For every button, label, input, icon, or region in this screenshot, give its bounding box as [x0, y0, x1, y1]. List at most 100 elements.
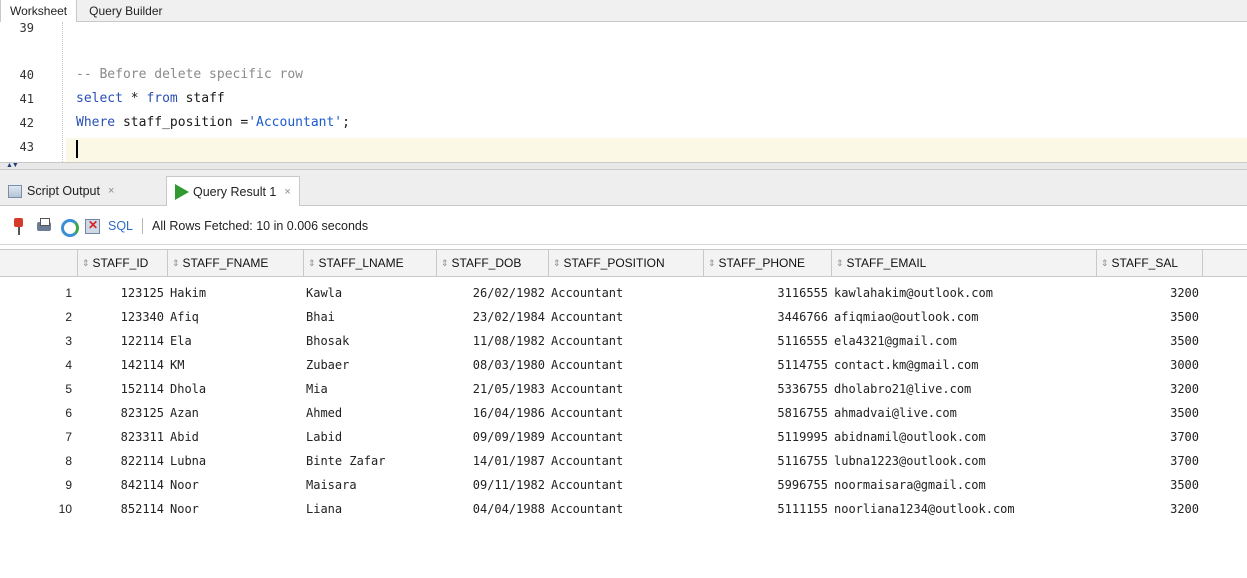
cell-staff-fname[interactable]: Abid [170, 425, 304, 449]
code-line-select[interactable]: select * from staff [76, 91, 225, 106]
table-row[interactable]: 6 823125 Azan Ahmed 16/04/1986 Accountant 5816… [0, 401, 1247, 425]
cell-staff-fname[interactable]: Afiq [170, 305, 304, 329]
cell-staff-position[interactable]: Accountant [551, 473, 704, 497]
cell-staff-position[interactable]: Accountant [551, 449, 704, 473]
cell-staff-position[interactable]: Accountant [551, 401, 704, 425]
table-row[interactable]: 10 852114 Noor Liana 04/04/1988 Accountant 511… [0, 497, 1247, 521]
cell-staff-dob[interactable]: 09/09/1989 [437, 425, 545, 449]
cell-staff-lname[interactable]: Ahmed [306, 401, 437, 425]
column-header-staff-fname[interactable]: ⇕ STAFF_FNAME [168, 250, 304, 277]
cell-staff-lname[interactable]: Labid [306, 425, 437, 449]
cell-staff-sal[interactable]: 3500 [1097, 401, 1199, 425]
cell-staff-dob[interactable]: 21/05/1983 [437, 377, 545, 401]
cell-staff-fname[interactable]: KM [170, 353, 304, 377]
code-line-where[interactable]: Where staff_position ='Accountant'; [76, 115, 350, 130]
cell-staff-phone[interactable]: 5119995 [704, 425, 828, 449]
cell-staff-position[interactable]: Accountant [551, 377, 704, 401]
cell-staff-fname[interactable]: Lubna [170, 449, 304, 473]
row-number[interactable]: 9 [0, 473, 72, 497]
cell-staff-position[interactable]: Accountant [551, 281, 704, 305]
print-icon[interactable] [34, 216, 54, 236]
column-header-staff-position[interactable]: ⇕ STAFF_POSITION [549, 250, 704, 277]
table-row[interactable]: 7 823311 Abid Labid 09/09/1989 Accountant 5119… [0, 425, 1247, 449]
column-header-staff-id[interactable]: ⇕ STAFF_ID [78, 250, 168, 277]
row-number[interactable]: 8 [0, 449, 72, 473]
refresh-icon[interactable] [58, 216, 79, 237]
cell-staff-lname[interactable]: Maisara [306, 473, 437, 497]
row-number[interactable]: 4 [0, 353, 72, 377]
tab-query-builder[interactable]: Query Builder [77, 0, 171, 22]
cell-staff-sal[interactable]: 3700 [1097, 425, 1199, 449]
row-number[interactable]: 6 [0, 401, 72, 425]
cell-staff-lname[interactable]: Kawla [306, 281, 437, 305]
table-row[interactable]: 2 123340 Afiq Bhai 23/02/1984 Accountant 34467… [0, 305, 1247, 329]
column-header-staff-sal[interactable]: ⇕ STAFF_SAL [1097, 250, 1203, 277]
table-row[interactable]: 3 122114 Ela Bhosak 11/08/1982 Accountant 5116… [0, 329, 1247, 353]
sort-icon[interactable]: ⇕ [308, 259, 316, 268]
cell-staff-lname[interactable]: Bhai [306, 305, 437, 329]
cell-staff-fname[interactable]: Noor [170, 497, 304, 521]
table-row[interactable]: 4 142114 KM Zubaer 08/03/1980 Accountant 51147… [0, 353, 1247, 377]
cell-staff-email[interactable]: kawlahakim@outlook.com [834, 281, 1097, 305]
table-row[interactable]: 1 123125 Hakim Kawla 26/02/1982 Accountant 311… [0, 281, 1247, 305]
cell-staff-email[interactable]: lubna1223@outlook.com [834, 449, 1097, 473]
splitter-arrows-icon[interactable]: ▲▼ [6, 162, 19, 170]
close-icon[interactable]: × [108, 185, 114, 197]
cell-staff-sal[interactable]: 3700 [1097, 449, 1199, 473]
cell-staff-position[interactable]: Accountant [551, 497, 704, 521]
cell-staff-dob[interactable]: 16/04/1986 [437, 401, 545, 425]
cell-staff-dob[interactable]: 09/11/1982 [437, 473, 545, 497]
row-number[interactable]: 3 [0, 329, 72, 353]
cell-staff-id[interactable]: 122114 [78, 329, 164, 353]
table-row[interactable]: 8 822114 Lubna Binte Zafar 14/01/1987 Account… [0, 449, 1247, 473]
cell-staff-lname[interactable]: Zubaer [306, 353, 437, 377]
cell-staff-phone[interactable]: 5116755 [704, 449, 828, 473]
cell-staff-phone[interactable]: 5336755 [704, 377, 828, 401]
cell-staff-phone[interactable]: 5116555 [704, 329, 828, 353]
tab-worksheet[interactable]: Worksheet [0, 0, 78, 23]
cell-staff-lname[interactable]: Liana [306, 497, 437, 521]
cell-staff-id[interactable]: 852114 [78, 497, 164, 521]
cell-staff-sal[interactable]: 3200 [1097, 377, 1199, 401]
cell-staff-email[interactable]: noormaisara@gmail.com [834, 473, 1097, 497]
cell-staff-position[interactable]: Accountant [551, 425, 704, 449]
close-icon[interactable]: × [284, 186, 290, 198]
cell-staff-email[interactable]: afiqmiao@outlook.com [834, 305, 1097, 329]
sort-icon[interactable]: ⇕ [441, 259, 449, 268]
code-line-comment[interactable]: -- Before delete specific row [76, 67, 303, 82]
tab-script-output[interactable]: Script Output × [8, 176, 114, 206]
cell-staff-phone[interactable]: 3116555 [704, 281, 828, 305]
cell-staff-fname[interactable]: Hakim [170, 281, 304, 305]
cell-staff-phone[interactable]: 5111155 [704, 497, 828, 521]
cell-staff-sal[interactable]: 3200 [1097, 281, 1199, 305]
table-row[interactable]: 9 842114 Noor Maisara 09/11/1982 Accountant 59… [0, 473, 1247, 497]
cell-staff-email[interactable]: contact.km@gmail.com [834, 353, 1097, 377]
sql-editor[interactable]: 39 40 41 42 43 -- Before delete specific… [0, 21, 1247, 162]
cell-staff-id[interactable]: 823125 [78, 401, 164, 425]
cell-staff-phone[interactable]: 5996755 [704, 473, 828, 497]
cell-staff-id[interactable]: 823311 [78, 425, 164, 449]
cell-staff-email[interactable]: noorliana1234@outlook.com [834, 497, 1097, 521]
sort-icon[interactable]: ⇕ [1101, 259, 1109, 268]
row-number[interactable]: 5 [0, 377, 72, 401]
cell-staff-sal[interactable]: 3200 [1097, 497, 1199, 521]
cell-staff-lname[interactable]: Mia [306, 377, 437, 401]
cell-staff-sal[interactable]: 3500 [1097, 473, 1199, 497]
cell-staff-id[interactable]: 822114 [78, 449, 164, 473]
column-header-staff-phone[interactable]: ⇕ STAFF_PHONE [704, 250, 832, 277]
cell-staff-phone[interactable]: 5816755 [704, 401, 828, 425]
row-number[interactable]: 7 [0, 425, 72, 449]
cell-staff-id[interactable]: 842114 [78, 473, 164, 497]
cell-staff-email[interactable]: ahmadvai@live.com [834, 401, 1097, 425]
cell-staff-id[interactable]: 123125 [78, 281, 164, 305]
sort-icon[interactable]: ⇕ [553, 259, 561, 268]
cell-staff-fname[interactable]: Noor [170, 473, 304, 497]
table-row[interactable]: 5 152114 Dhola Mia 21/05/1983 Accountant 53367… [0, 377, 1247, 401]
cell-staff-position[interactable]: Accountant [551, 329, 704, 353]
cell-staff-lname[interactable]: Bhosak [306, 329, 437, 353]
cell-staff-sal[interactable]: 3000 [1097, 353, 1199, 377]
cell-staff-sal[interactable]: 3500 [1097, 305, 1199, 329]
row-number[interactable]: 10 [0, 497, 72, 521]
cell-staff-dob[interactable]: 08/03/1980 [437, 353, 545, 377]
sort-icon[interactable]: ⇕ [172, 259, 180, 268]
